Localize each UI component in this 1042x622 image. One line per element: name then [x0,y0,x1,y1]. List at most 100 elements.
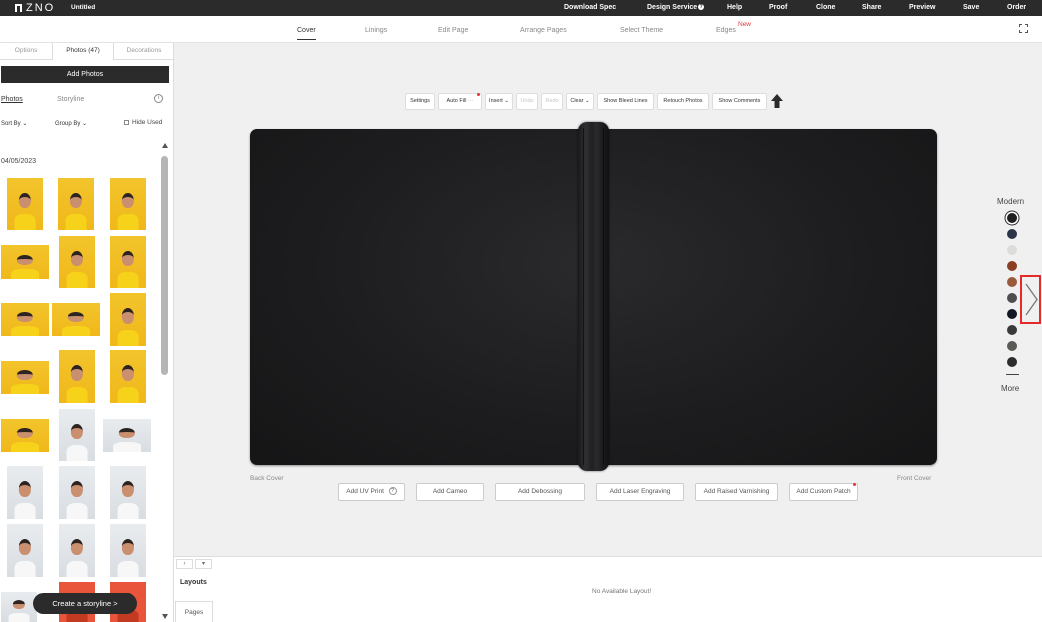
layouts-label: Layouts [180,579,207,586]
color-swatch[interactable] [1007,357,1017,367]
front-cover-label: Front Cover [897,475,932,482]
color-swatch[interactable] [1007,277,1017,287]
document-title[interactable]: Untitled [71,4,95,11]
book-spine[interactable] [578,122,609,471]
photo-thumbnail[interactable] [103,419,151,452]
tab-linings[interactable]: Linings [365,27,387,34]
hide-used-toggle[interactable]: Hide Used [124,119,162,126]
photo-thumbnail[interactable] [59,466,95,519]
chevron-right-icon [1025,283,1038,316]
date-group-label: 04/05/2023 [1,158,37,165]
photo-thumbnail[interactable] [110,236,146,288]
photo-thumbnail[interactable] [1,303,49,336]
color-swatch[interactable] [1007,229,1017,239]
photo-list-scrollbar[interactable] [161,156,168,375]
help-badge-icon: ? [698,4,705,10]
proof-link[interactable]: Proof [769,4,787,11]
hide-used-label: Hide Used [132,119,163,126]
redo-button[interactable]: Redo [541,93,563,110]
logo-text: ZNO [26,2,56,14]
settings-button[interactable]: Settings [405,93,435,110]
add-photos-button[interactable]: Add Photos [1,66,169,83]
photo-thumbnail[interactable] [59,236,95,288]
palette-title: Modern [997,197,1025,206]
color-swatch[interactable] [1007,309,1017,319]
next-arrow-button[interactable] [1020,275,1041,324]
tab-edit-page[interactable]: Edit Page [438,27,468,34]
scroll-down-arrow-icon[interactable] [162,614,168,619]
left-panel-tabs: Options Photos (47) Decorations [0,43,173,60]
add-cameo-button[interactable]: Add Cameo [416,483,484,501]
photo-thumbnail[interactable] [7,178,43,230]
tab-edges[interactable]: Edges [716,27,736,34]
add-raised-varnishing-button[interactable]: Add Raised Varnishing [695,483,778,501]
info-icon[interactable]: i [154,94,163,103]
photo-thumbnail[interactable] [1,361,49,394]
scroll-up-arrow-icon[interactable] [162,143,168,148]
tab-arrange-pages[interactable]: Arrange Pages [520,27,567,34]
hide-used-checkbox[interactable] [124,120,129,125]
photo-thumbnail[interactable] [59,524,95,577]
color-swatch[interactable] [1007,325,1017,335]
photo-thumbnail[interactable] [1,245,49,279]
photo-thumbnail[interactable] [1,419,49,452]
palette-divider [1006,374,1019,375]
tab-decorations[interactable]: Decorations [114,43,173,60]
subtab-photos[interactable]: Photos [1,96,23,103]
photo-thumbnail[interactable] [110,350,146,403]
tab-cover[interactable]: Cover [297,27,316,40]
more-colors-link[interactable]: More [1001,384,1019,393]
color-swatch[interactable] [1007,341,1017,351]
save-link[interactable]: Save [963,4,979,11]
add-custom-patch-button[interactable]: Add Custom Patch [789,483,858,501]
color-swatch[interactable] [1007,213,1017,223]
tab-options[interactable]: Options [0,43,53,60]
photo-thumbnail[interactable] [110,524,146,577]
color-swatch[interactable] [1007,245,1017,255]
design-service-link[interactable]: Design Service? [647,4,705,11]
photo-thumbnail[interactable] [58,178,94,230]
tab-photos[interactable]: Photos (47) [53,43,114,60]
undo-button[interactable]: Undo [516,93,538,110]
subtab-storyline[interactable]: Storyline [57,96,84,103]
photo-thumbnail[interactable] [110,293,146,346]
group-by-dropdown[interactable]: Group By ⌄ [55,120,87,127]
clone-link[interactable]: Clone [816,4,835,11]
show-bleed-lines-button[interactable]: Show Bleed Lines [597,93,654,110]
collapse-left-button[interactable]: ‹ [176,559,193,569]
photo-thumbnail[interactable] [59,409,95,461]
insert-dropdown[interactable]: Insert ⌄ [485,93,513,110]
add-laser-engraving-button[interactable]: Add Laser Engraving [596,483,684,501]
photo-thumbnail[interactable] [110,178,146,230]
sort-by-dropdown[interactable]: Sort By ⌄ [1,120,27,127]
photo-thumbnail[interactable] [59,350,95,403]
retouch-photos-button[interactable]: Retouch Photos [657,93,709,110]
add-debossing-button[interactable]: Add Debossing [495,483,585,501]
share-link[interactable]: Share [862,4,881,11]
order-link[interactable]: Order [1007,4,1026,11]
fullscreen-icon[interactable] [1019,24,1028,33]
collapse-toolbar-arrow-icon[interactable] [771,94,783,108]
photo-thumbnail[interactable] [52,303,100,336]
help-link[interactable]: Help [727,4,742,11]
photo-thumbnail[interactable] [7,524,43,577]
tab-pages[interactable]: Pages [175,601,213,622]
add-uv-print-button[interactable]: Add UV Print ? [338,483,405,501]
zno-logo[interactable]: ZNO [15,2,55,14]
color-swatch[interactable] [1007,293,1017,303]
zno-logo-icon [15,4,22,12]
bottom-panel: ‹ ▾ Layouts Pages No Available Layout! [174,556,1042,622]
show-comments-button[interactable]: Show Comments [712,93,767,110]
tab-select-theme[interactable]: Select Theme [620,27,663,34]
photo-thumbnail[interactable] [110,466,146,519]
auto-fill-button[interactable]: Auto Fill ··· [438,93,482,110]
expand-panel-button[interactable]: ▾ [195,559,212,569]
download-spec-link[interactable]: Download Spec [564,4,616,11]
create-storyline-button[interactable]: Create a storyline > [33,593,137,614]
color-swatch[interactable] [1007,261,1017,271]
photo-thumbnail[interactable] [1,592,37,622]
preview-link[interactable]: Preview [909,4,935,11]
design-service-label: Design Service [647,4,698,11]
photo-thumbnail[interactable] [7,466,43,519]
clear-dropdown[interactable]: Clear ⌄ [566,93,594,110]
